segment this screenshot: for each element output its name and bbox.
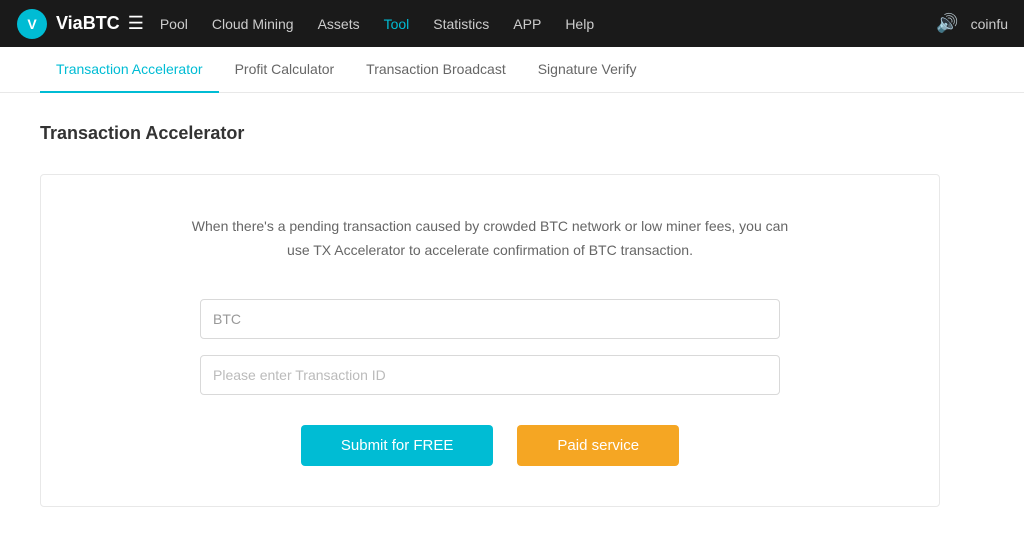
tab-transaction-accelerator[interactable]: Transaction Accelerator xyxy=(40,47,219,93)
nav-links: Pool Cloud Mining Assets Tool Statistics… xyxy=(160,16,936,32)
coin-select-wrapper: BTC ETH LTC BCH xyxy=(200,299,780,339)
logo[interactable]: V ViaBTC xyxy=(16,8,120,40)
svg-text:V: V xyxy=(27,16,37,32)
page-title: Transaction Accelerator xyxy=(40,123,984,144)
tab-profit-calculator[interactable]: Profit Calculator xyxy=(219,47,351,93)
nav-pool[interactable]: Pool xyxy=(160,16,188,32)
accelerator-card: When there's a pending transaction cause… xyxy=(40,174,940,507)
txid-input-wrapper xyxy=(200,355,780,395)
tab-signature-verify[interactable]: Signature Verify xyxy=(522,47,653,93)
nav-tool[interactable]: Tool xyxy=(384,16,410,32)
coin-select[interactable]: BTC ETH LTC BCH xyxy=(200,299,780,339)
navbar: V ViaBTC ☰ Pool Cloud Mining Assets Tool… xyxy=(0,0,1024,47)
nav-right: 🔊 coinfu xyxy=(936,13,1008,34)
viabtc-logo-icon: V xyxy=(16,8,48,40)
action-buttons: Submit for FREE Paid service xyxy=(200,425,780,466)
hamburger-icon[interactable]: ☰ xyxy=(128,13,144,34)
tab-transaction-broadcast[interactable]: Transaction Broadcast xyxy=(350,47,522,93)
tab-bar: Transaction Accelerator Profit Calculato… xyxy=(0,47,1024,93)
nav-assets[interactable]: Assets xyxy=(318,16,360,32)
nav-cloud-mining[interactable]: Cloud Mining xyxy=(212,16,294,32)
txid-input[interactable] xyxy=(200,355,780,395)
nav-username: coinfu xyxy=(971,16,1008,32)
page-content: Transaction Accelerator When there's a p… xyxy=(0,93,1024,537)
volume-icon[interactable]: 🔊 xyxy=(936,13,958,34)
main-content: Transaction Accelerator Profit Calculato… xyxy=(0,47,1024,544)
logo-text: ViaBTC xyxy=(56,13,120,34)
paid-service-button[interactable]: Paid service xyxy=(517,425,679,466)
nav-statistics[interactable]: Statistics xyxy=(433,16,489,32)
nav-app[interactable]: APP xyxy=(513,16,541,32)
submit-free-button[interactable]: Submit for FREE xyxy=(301,425,494,466)
nav-help[interactable]: Help xyxy=(565,16,594,32)
description-text: When there's a pending transaction cause… xyxy=(190,215,790,263)
